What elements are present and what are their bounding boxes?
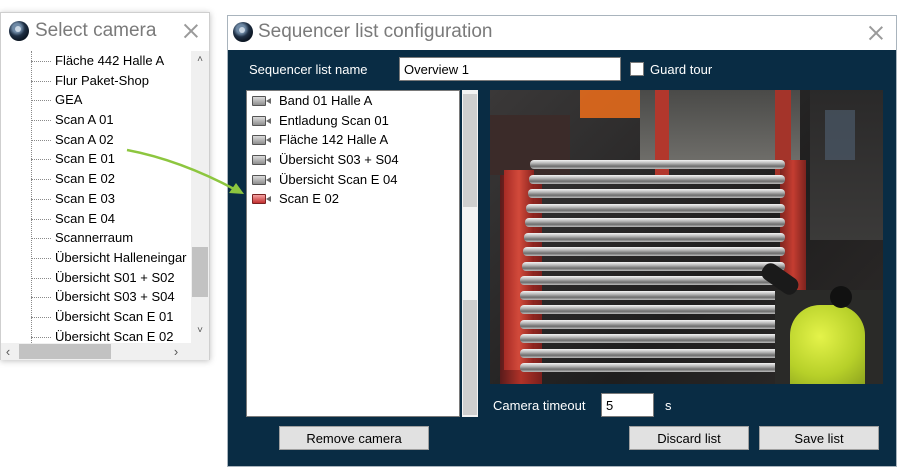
camera-icon (252, 174, 271, 185)
camera-icon (252, 155, 271, 166)
tree-item[interactable]: Scannerraum (1, 228, 191, 248)
tree-item[interactable]: GEA (1, 90, 191, 110)
scrollbar-thumb-lower[interactable] (463, 300, 477, 415)
conveyor-roller (530, 160, 785, 169)
close-icon[interactable] (182, 22, 200, 40)
camera-preview (490, 90, 883, 384)
tree-item[interactable]: Fläche 442 Halle A (1, 51, 191, 71)
camera-tree[interactable]: Fläche 442 Halle A Flur Paket-Shop GEA Scan… (1, 51, 191, 343)
tree-item[interactable]: Übersicht S01 + S02 (1, 268, 191, 288)
scroll-right-icon[interactable]: › (169, 344, 183, 359)
select-camera-window: Select camera Fläche 442 Halle A Flur Pak… (0, 12, 210, 360)
scrollbar-thumb-upper[interactable] (463, 94, 477, 207)
list-item[interactable]: Fläche 142 Halle A (247, 130, 459, 150)
tree-item[interactable]: Scan E 01 (1, 149, 191, 169)
list-item-label: Band 01 Halle A (279, 93, 373, 108)
list-item-label: Entladung Scan 01 (279, 112, 389, 128)
window-title: Select camera (35, 20, 157, 41)
conveyor-roller (528, 174, 785, 184)
tree-item[interactable]: Scan A 01 (1, 110, 191, 130)
sequencer-window: Sequencer list configuration Sequencer l… (227, 15, 897, 467)
scrollbar-thumb[interactable] (192, 247, 208, 297)
conveyor-roller (527, 189, 785, 198)
tree-item[interactable]: Übersicht S03 + S04 (1, 287, 191, 307)
conveyor-roller (522, 247, 785, 256)
conveyor-roller (520, 319, 785, 329)
remove-camera-button[interactable]: Remove camera (279, 426, 429, 450)
guard-tour-checkbox[interactable] (630, 62, 644, 76)
camera-lens-icon (9, 21, 29, 41)
tree-item[interactable]: Scan E 04 (1, 209, 191, 229)
scroll-left-icon[interactable]: ‹ (1, 344, 15, 359)
camera-lens-icon (233, 22, 253, 42)
sequencer-name-label: Sequencer list name (249, 62, 368, 77)
camera-timeout-input[interactable] (601, 393, 654, 417)
camera-timeout-label: Camera timeout (493, 398, 586, 413)
camera-timeout-unit: s (665, 398, 672, 413)
tree-item[interactable]: Scan A 02 (1, 130, 191, 150)
list-item[interactable]: Übersicht S03 + S04 (247, 150, 459, 170)
camera-icon (252, 194, 271, 205)
tree-item[interactable]: Übersicht Scan E 02 (1, 327, 191, 343)
list-item-label: Übersicht S03 + S04 (279, 152, 399, 168)
conveyor-roller (521, 261, 785, 271)
resize-grip[interactable] (191, 343, 209, 360)
list-item-label: Fläche 142 Halle A (279, 132, 389, 148)
conveyor-roller (520, 290, 785, 300)
list-item-label: Übersicht Scan E 04 (279, 171, 398, 187)
tree-item[interactable]: Scan E 02 (1, 169, 191, 189)
scroll-up-icon[interactable]: ˄ (191, 54, 209, 65)
save-list-button[interactable]: Save list (759, 426, 879, 450)
conveyor-roller (520, 334, 785, 343)
discard-list-button[interactable]: Discard list (629, 426, 749, 450)
camera-icon (252, 115, 271, 126)
list-item-label: Scan E 02 (279, 191, 339, 207)
tree-item[interactable]: Übersicht Scan E 01 (1, 307, 191, 327)
conveyor-roller (524, 232, 785, 242)
list-item[interactable]: Übersicht Scan E 04 (247, 170, 459, 190)
sequencer-titlebar[interactable]: Sequencer list configuration (228, 16, 896, 50)
close-icon[interactable] (867, 24, 885, 42)
horizontal-scrollbar-thumb[interactable] (19, 344, 111, 359)
tree-item[interactable]: Übersicht Halleneingar (1, 248, 191, 268)
conveyor-roller (520, 363, 785, 372)
guard-tour-label: Guard tour (650, 62, 713, 77)
conveyor-roller (520, 348, 785, 358)
tree-item[interactable]: Flur Paket-Shop (1, 71, 191, 91)
list-item[interactable]: Scan E 02 (247, 189, 459, 209)
select-camera-titlebar[interactable]: Select camera (1, 13, 209, 49)
sequencer-camera-list[interactable]: Band 01 Halle A Entladung Scan 01 Fläche 1… (246, 90, 460, 417)
list-item[interactable]: Entladung Scan 01 (247, 111, 459, 131)
vertical-scrollbar[interactable]: ˄ ˅ (191, 51, 209, 343)
conveyor-roller (526, 203, 785, 213)
sequencer-list-scrollbar[interactable] (462, 90, 478, 417)
conveyor-roller (525, 218, 785, 227)
scroll-down-icon[interactable]: ˅ (191, 325, 209, 336)
list-item[interactable]: Band 01 Halle A (247, 91, 459, 111)
conveyor-roller (520, 305, 785, 314)
tree-item[interactable]: Scan E 03 (1, 189, 191, 209)
camera-icon (252, 96, 271, 106)
conveyor-roller (520, 276, 785, 285)
sequencer-name-input[interactable] (399, 57, 621, 81)
horizontal-scrollbar[interactable]: ‹ › (1, 343, 191, 360)
camera-icon (252, 135, 271, 146)
window-title: Sequencer list configuration (258, 21, 493, 42)
